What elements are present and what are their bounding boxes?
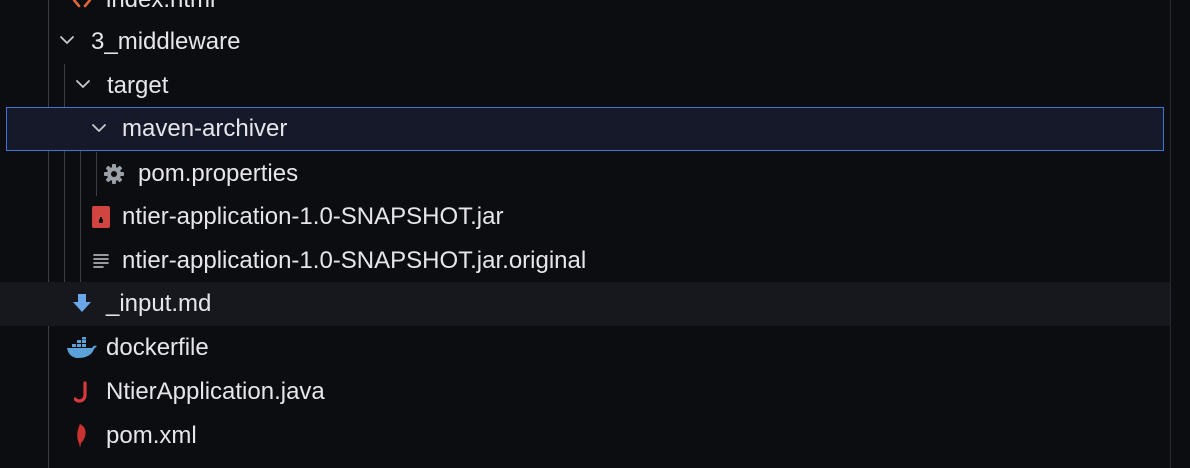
scrollbar-track[interactable] (1170, 0, 1190, 468)
chevron-down-icon[interactable] (75, 79, 91, 89)
java-file-icon (74, 381, 87, 403)
tree-item-label: NtierApplication.java (106, 378, 325, 405)
tree-item-label: 3_middleware (91, 28, 241, 55)
tree-item-input-md[interactable]: _input.md (0, 282, 1170, 326)
gear-icon (104, 164, 124, 184)
tree-folder-maven-archiver[interactable]: maven-archiver (6, 107, 1164, 151)
docker-whale-icon (67, 337, 97, 358)
tree-item-label: ntier-application-1.0-SNAPSHOT.jar.origi… (122, 247, 587, 274)
tree-item-label: pom.properties (138, 160, 299, 187)
text-lines-icon (93, 254, 109, 268)
maven-feather-icon (77, 424, 86, 448)
file-explorer-tree: index.html 3_middleware target maven-arc… (0, 0, 1170, 468)
tree-item-label: index.html (106, 0, 215, 22)
html-file-icon (72, 0, 92, 8)
markdown-arrow-icon (73, 294, 91, 312)
tree-item-label: _input.md (106, 290, 212, 317)
tree-item-label: ntier-application-1.0-SNAPSHOT.jar (122, 203, 504, 230)
tree-item-label: target (107, 72, 169, 99)
tree-item-ntier-jar-original[interactable]: ntier-application-1.0-SNAPSHOT.jar.origi… (0, 239, 1170, 283)
tree-item-label: dockerfile (106, 334, 209, 361)
tree-item-label: pom.xml (106, 422, 197, 449)
tree-item-label: maven-archiver (122, 115, 288, 142)
tree-item-ntier-jar[interactable]: ntier-application-1.0-SNAPSHOT.jar (0, 195, 1170, 239)
chevron-down-icon[interactable] (59, 35, 75, 45)
tree-item-index-html[interactable]: index.html (0, 0, 1170, 22)
tree-item-dockerfile[interactable]: dockerfile (0, 326, 1170, 370)
tree-item-pom-properties[interactable]: pom.properties (0, 152, 1170, 196)
tree-item-ntierapplication-java[interactable]: NtierApplication.java (0, 370, 1170, 414)
tree-folder-3-middleware[interactable]: 3_middleware (0, 20, 1170, 64)
tree-item-pom-xml[interactable]: pom.xml (0, 414, 1170, 458)
chevron-down-icon[interactable] (91, 123, 107, 133)
tree-folder-target[interactable]: target (0, 64, 1170, 108)
jar-file-icon (92, 206, 110, 228)
